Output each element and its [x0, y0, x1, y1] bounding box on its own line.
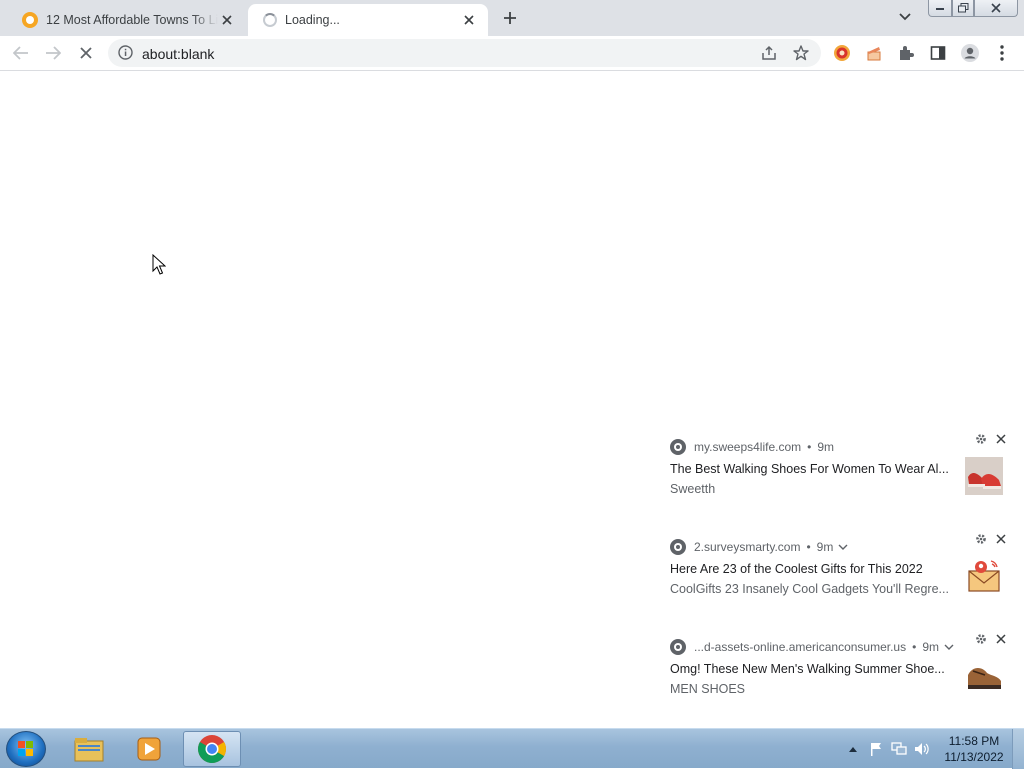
media-player-taskbar-button[interactable] [120, 731, 178, 767]
address-bar[interactable]: about:blank [108, 39, 821, 67]
brown-shoe-image [965, 657, 1003, 695]
chrome-taskbar-button[interactable] [183, 731, 241, 767]
system-tray [844, 729, 936, 769]
arrow-left-icon [13, 46, 28, 60]
info-icon[interactable] [118, 45, 133, 63]
media-player-icon [137, 737, 161, 761]
clock-date: 11/13/2022 [944, 750, 1004, 764]
notification-title: Here Are 23 of the Coolest Gifts for Thi… [670, 562, 923, 576]
url-text: about:blank [142, 46, 215, 62]
explorer-taskbar-button[interactable] [60, 731, 118, 767]
stop-icon [80, 47, 92, 59]
back-button[interactable] [9, 41, 33, 65]
notification-title: The Best Walking Shoes For Women To Wear… [670, 462, 949, 476]
close-icon[interactable] [995, 633, 1007, 648]
notification-2[interactable]: 2.surveysmarty.com • 9m Here Are 23 of t… [662, 529, 1024, 625]
forward-button[interactable] [41, 41, 65, 65]
volume-icon[interactable] [913, 740, 931, 758]
extensions-puzzle-icon[interactable] [894, 41, 918, 65]
bookmark-star-icon[interactable] [792, 44, 810, 65]
chrome-icon [198, 735, 226, 763]
notification-title: Omg! These New Men's Walking Summer Shoe… [670, 662, 945, 676]
tab-close-icon[interactable] [460, 11, 478, 29]
plus-icon [504, 12, 516, 24]
windows-taskbar: 11:58 PM 11/13/2022 [0, 728, 1024, 769]
tab-loading[interactable]: Loading... [248, 4, 488, 36]
close-window-button[interactable] [974, 0, 1018, 17]
notification-body: CoolGifts 23 Insanely Cool Gadgets You'l… [670, 582, 949, 596]
tab-strip: 12 Most Affordable Towns To Live Loading… [0, 0, 1024, 36]
notification-header: my.sweeps4life.com • 9m [670, 439, 834, 455]
notification-header: ...d-assets-online.americanconsumer.us •… [670, 639, 954, 655]
notification-source: ...d-assets-online.americanconsumer.us [694, 640, 907, 654]
extension-clapper-icon[interactable] [862, 41, 886, 65]
clock-time: 11:58 PM [948, 734, 1000, 748]
tab-affordable-towns[interactable]: 12 Most Affordable Towns To Live [8, 4, 246, 36]
extension-red-icon[interactable] [830, 41, 854, 65]
arrow-right-icon [46, 46, 61, 60]
stop-button[interactable] [74, 41, 98, 65]
show-desktop-button[interactable] [1012, 729, 1024, 769]
mouse-cursor-icon [152, 254, 166, 275]
mail-envelope-image [965, 557, 1003, 595]
chrome-icon [670, 539, 686, 555]
notification-3[interactable]: ...d-assets-online.americanconsumer.us •… [662, 629, 1024, 725]
close-icon [991, 3, 1001, 13]
chrome-icon [670, 439, 686, 455]
restore-icon [957, 3, 968, 13]
show-hidden-icons-icon[interactable] [844, 740, 862, 758]
taskbar-clock[interactable]: 11:58 PM 11/13/2022 [940, 733, 1008, 765]
restore-button[interactable] [952, 0, 974, 17]
tab-search-button[interactable] [894, 6, 916, 28]
notification-time: 9m [816, 540, 834, 554]
notification-source: 2.surveysmarty.com [694, 540, 801, 554]
windows-logo-icon [18, 741, 33, 756]
notification-source: my.sweeps4life.com [694, 440, 802, 454]
gear-icon[interactable] [975, 533, 987, 548]
tab-title: Loading... [285, 13, 340, 27]
notification-1[interactable]: my.sweeps4life.com • 9m The Best Walking… [662, 429, 1024, 525]
window-controls [928, 0, 1018, 18]
chrome-icon [670, 639, 686, 655]
share-icon[interactable] [760, 44, 778, 65]
menu-kebab-icon[interactable] [990, 41, 1014, 65]
minimize-icon [936, 8, 944, 10]
network-icon[interactable] [890, 740, 908, 758]
minimize-button[interactable] [928, 0, 952, 17]
side-panel-icon[interactable] [926, 41, 950, 65]
notification-body: MEN SHOES [670, 682, 746, 696]
start-button[interactable] [6, 731, 46, 767]
chevron-down-icon[interactable] [838, 544, 848, 551]
new-tab-button[interactable] [498, 6, 522, 30]
notification-header: 2.surveysmarty.com • 9m [670, 539, 848, 555]
red-shoes-image [965, 457, 1003, 495]
close-icon[interactable] [995, 433, 1007, 448]
close-icon[interactable] [995, 533, 1007, 548]
tab-close-icon[interactable] [218, 11, 236, 29]
gear-icon[interactable] [975, 633, 987, 648]
loading-spinner-icon [263, 13, 277, 27]
browser-toolbar: about:blank [0, 36, 1024, 71]
notification-body: Sweetth [670, 482, 716, 496]
notification-time: 9m [922, 640, 939, 654]
notification-time: 9m [817, 440, 835, 454]
tab-title: 12 Most Affordable Towns To Live [46, 13, 218, 27]
folder-icon [74, 738, 104, 762]
chevron-down-icon [899, 13, 911, 21]
site-favicon-icon [22, 12, 38, 28]
chevron-down-icon[interactable] [944, 644, 954, 651]
profile-avatar-icon[interactable] [958, 41, 982, 65]
action-center-flag-icon[interactable] [867, 740, 885, 758]
gear-icon[interactable] [975, 433, 987, 448]
